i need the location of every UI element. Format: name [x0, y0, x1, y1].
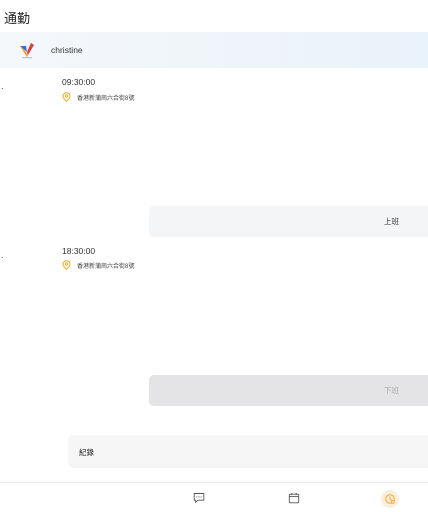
- user-name: christine: [51, 45, 83, 55]
- clock-in-time: 09:30:00: [62, 77, 96, 87]
- location-pin-icon: [62, 92, 71, 102]
- clock-out-button-label: 下班: [384, 386, 399, 395]
- clock-in-button-label: 上班: [384, 217, 399, 226]
- user-bar: christine: [0, 32, 428, 68]
- clock-out-marker: .: [1, 250, 4, 260]
- clock-out-button[interactable]: 下班: [149, 375, 428, 406]
- clock-in-location-text: 香港新蒲崗六合街8號: [77, 96, 135, 102]
- bottom-nav: [0, 482, 428, 512]
- clock-in-button[interactable]: 上班: [149, 206, 428, 237]
- records-label: 紀錄: [79, 448, 94, 457]
- checkin-nav-button[interactable]: [381, 490, 399, 508]
- calendar-icon[interactable]: [288, 492, 300, 504]
- records-button[interactable]: 紀錄: [68, 435, 428, 468]
- commute-page: 通勤 christine . 09:30:00 香港新蒲崗六合街8號 上班 . …: [0, 0, 428, 512]
- message-icon[interactable]: [193, 492, 205, 504]
- page-title: 通勤: [4, 11, 31, 26]
- checkin-icon: [385, 494, 395, 504]
- clock-in-marker: .: [1, 81, 4, 91]
- location-pin-icon: [62, 260, 71, 270]
- company-logo-icon: [20, 43, 34, 59]
- clock-out-time: 18:30:00: [62, 246, 96, 256]
- clock-out-location-text: 香港新蒲崗六合街8號: [77, 264, 135, 270]
